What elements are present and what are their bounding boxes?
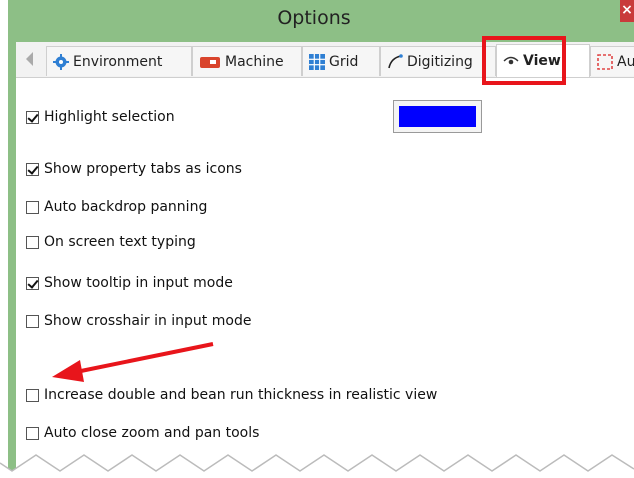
torn-edge: [0, 454, 634, 477]
red-arrow-annotation: [52, 342, 214, 382]
